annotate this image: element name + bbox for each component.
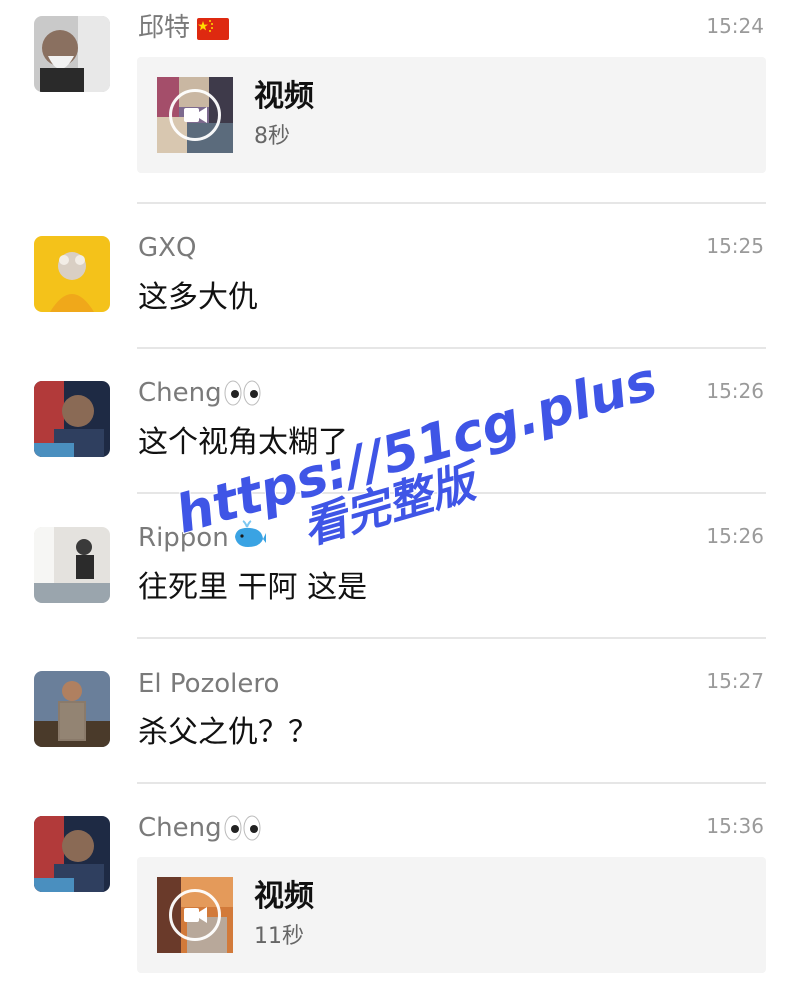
sender-name: El Pozolero (138, 669, 280, 699)
video-thumbnail (157, 77, 233, 153)
message-text: 这多大仇 (138, 280, 258, 315)
video-label: 视频 (254, 879, 314, 914)
avatar[interactable] (34, 816, 110, 892)
china-flag-icon (197, 18, 229, 44)
avatar[interactable] (34, 671, 110, 747)
video-card[interactable]: 视频 11秒 (137, 857, 766, 973)
eyes-icon (224, 814, 262, 846)
timestamp: 15:24 (706, 14, 764, 38)
timestamp: 15:25 (706, 234, 764, 258)
divider (137, 202, 766, 204)
sender-name: 邱特 (138, 13, 191, 43)
timestamp: 15:27 (706, 669, 764, 693)
timestamp: 15:26 (706, 524, 764, 548)
timestamp: 15:36 (706, 814, 764, 838)
divider (137, 347, 766, 349)
video-camera-icon (169, 889, 221, 941)
avatar[interactable] (34, 527, 110, 603)
timestamp: 15:26 (706, 379, 764, 403)
video-duration: 8秒 (254, 124, 290, 149)
video-camera-icon (169, 89, 221, 141)
sender-name: GXQ (138, 233, 197, 263)
message-text: 往死里 干阿 这是 (138, 570, 368, 605)
video-label: 视频 (254, 79, 314, 114)
eyes-icon (224, 379, 262, 411)
avatar[interactable] (34, 16, 110, 92)
divider (137, 782, 766, 784)
sender-name: Cheng (138, 813, 222, 843)
video-duration: 11秒 (254, 924, 304, 949)
video-thumbnail (157, 877, 233, 953)
divider (137, 637, 766, 639)
video-card[interactable]: 视频 8秒 (137, 57, 766, 173)
message-text: 杀父之仇？？ (138, 715, 318, 750)
avatar[interactable] (34, 381, 110, 457)
avatar[interactable] (34, 236, 110, 312)
sender-name: Cheng (138, 378, 222, 408)
